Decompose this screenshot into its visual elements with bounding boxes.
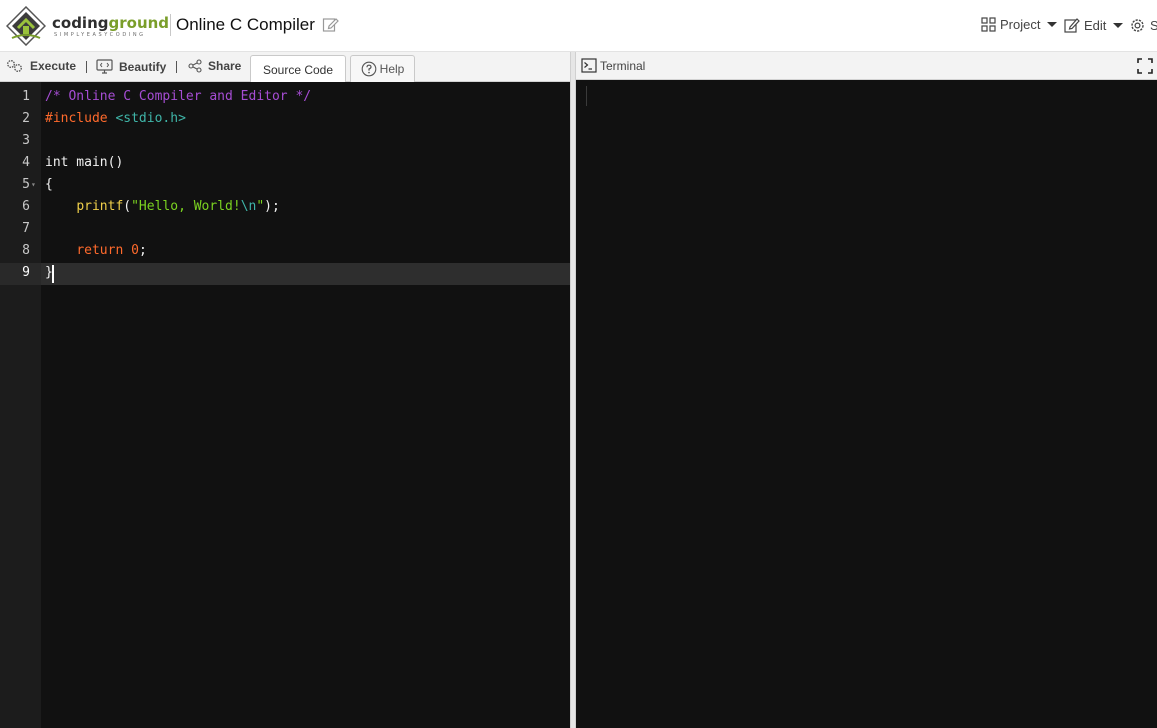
share-button[interactable]: Share <box>188 59 241 73</box>
edit-menu[interactable]: Edit <box>1064 17 1124 33</box>
toolbar-divider <box>176 61 177 73</box>
code-text: return 0; <box>45 240 147 262</box>
terminal-title: Terminal <box>581 58 645 73</box>
editor-toolbar: Execute Beautify Share Source Code Help <box>0 52 570 83</box>
line-number: 9 <box>22 265 30 280</box>
code-line[interactable]: 2 #include <stdio.h> <box>0 108 570 130</box>
code-token: #include <box>45 111 116 126</box>
code-token: /* Online C Compiler and Editor */ <box>45 89 312 104</box>
code-line[interactable]: 7 <box>0 218 570 240</box>
gears-icon <box>7 60 22 72</box>
brand-name: codingground <box>52 14 170 32</box>
pencil-icon[interactable] <box>322 16 339 33</box>
app-header: codingground SIMPLYEASYCODING Online C C… <box>0 0 1157 52</box>
line-number: 5 <box>22 177 30 192</box>
project-menu[interactable]: Project <box>981 17 1058 32</box>
code-line[interactable]: 9} <box>0 262 570 284</box>
code-line[interactable]: 4 int main() <box>0 152 570 174</box>
code-token: ( <box>123 199 132 214</box>
line-number: 2 <box>22 111 30 126</box>
grid-icon <box>981 17 996 32</box>
edit-menu-label: Edit <box>1084 17 1107 33</box>
terminal-icon <box>581 58 597 73</box>
toolbar-divider <box>86 61 87 73</box>
fullscreen-icon[interactable] <box>1137 58 1153 74</box>
code-line[interactable]: 3 <box>0 130 570 152</box>
chevron-down-icon <box>1047 22 1058 27</box>
code-editor[interactable]: 1 /* Online C Compiler and Editor */ 2 #inc… <box>0 82 570 728</box>
gear-icon <box>1131 19 1144 32</box>
code-token: 0 <box>131 243 139 258</box>
code-token: return <box>76 243 124 258</box>
code-line[interactable]: 6 printf("Hello, World!\n"); <box>0 196 570 218</box>
edit-icon <box>1064 18 1080 33</box>
code-token: printf <box>76 199 124 214</box>
code-token: { <box>45 177 53 192</box>
code-text: #include <stdio.h> <box>45 108 186 130</box>
tab-help[interactable]: Help <box>350 55 415 82</box>
project-menu-label: Project <box>1000 17 1041 32</box>
brand-tagline: SIMPLYEASYCODING <box>54 32 146 38</box>
fold-arrow-icon[interactable]: ▾ <box>31 174 36 196</box>
codingground-logo-icon <box>6 6 46 46</box>
chevron-down-icon <box>1113 22 1124 28</box>
terminal-title-label: Terminal <box>600 58 646 73</box>
settings-menu[interactable]: S <box>1129 17 1157 34</box>
execute-label: Execute <box>30 59 77 73</box>
code-token: <stdio.h> <box>115 111 186 126</box>
tab-help-label: Help <box>379 62 405 76</box>
code-token: \n <box>240 199 257 214</box>
share-icon <box>188 59 202 73</box>
brand-logo[interactable]: codingground SIMPLYEASYCODING <box>4 4 169 48</box>
tab-source-code-label: Source Code <box>262 62 334 77</box>
beautify-label: Beautify <box>119 59 167 74</box>
code-token: int main() <box>45 155 124 170</box>
terminal-header: Terminal <box>576 52 1157 80</box>
code-token: ; <box>138 243 147 258</box>
share-label: Share <box>208 59 242 73</box>
settings-menu-label: S <box>1150 18 1157 33</box>
line-number: 1 <box>22 89 30 104</box>
execute-button[interactable]: Execute <box>6 59 76 73</box>
code-token: ); <box>264 199 280 214</box>
line-number: 3 <box>22 133 30 148</box>
line-number: 7 <box>22 221 30 236</box>
monitor-icon <box>96 59 113 74</box>
tab-source-code[interactable]: Source Code <box>250 55 346 83</box>
terminal-cursor <box>586 86 587 106</box>
beautify-button[interactable]: Beautify <box>96 59 166 74</box>
code-line[interactable]: 8 return 0; <box>0 240 570 262</box>
line-number: 8 <box>22 243 30 258</box>
line-number: 4 <box>22 155 30 170</box>
line-number: 6 <box>22 199 30 214</box>
code-line[interactable]: 1 /* Online C Compiler and Editor */ <box>0 86 570 108</box>
code-text: { <box>45 174 53 196</box>
page-title: Online C Compiler <box>176 15 315 34</box>
code-line[interactable]: 5 ▾ { <box>0 174 570 196</box>
code-token: "Hello, World! <box>131 199 241 214</box>
code-text: int main() <box>45 152 123 174</box>
code-text: printf("Hello, World!\n"); <box>45 196 280 218</box>
code-token: " <box>256 199 265 214</box>
text-cursor <box>52 265 54 283</box>
terminal-output[interactable] <box>576 80 1157 728</box>
question-circle-icon <box>361 61 377 77</box>
title-divider <box>170 14 171 36</box>
code-text: /* Online C Compiler and Editor */ <box>45 86 311 108</box>
